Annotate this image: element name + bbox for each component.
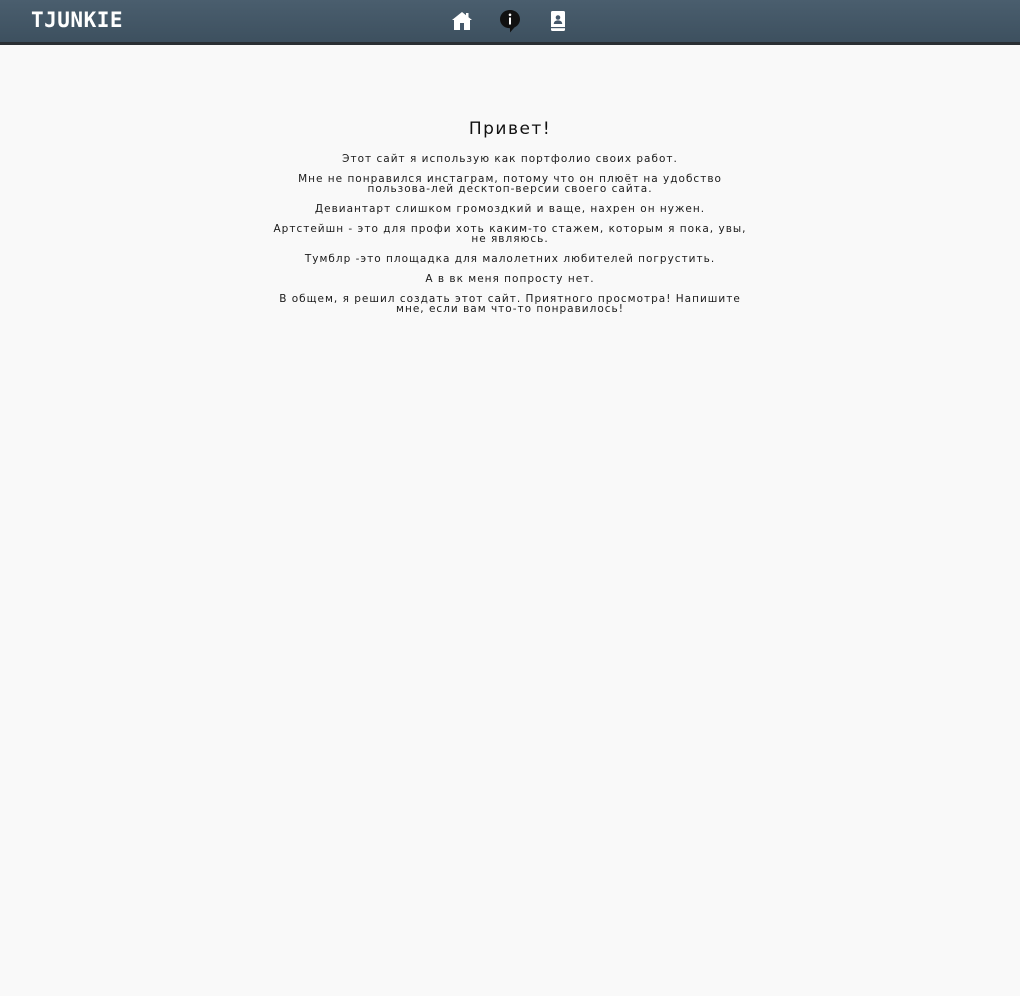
contact-book-icon (551, 11, 565, 31)
page-title: Привет! (468, 119, 552, 139)
intro-paragraph: Мне не понравился инстаграм, потому что … (298, 173, 722, 195)
intro-paragraph: А в вк меня попросту нет. (425, 273, 595, 285)
welcome-section: Привет! Этот сайт я использую как портфо… (260, 116, 760, 324)
top-navigation-bar: TJUNKIE (0, 0, 1020, 45)
intro-paragraph: Тумблр -это площадка для малолетних люби… (304, 253, 716, 265)
intro-paragraph: Артстейшн - это для профи хоть каким-то … (273, 223, 747, 245)
about-nav-button[interactable] (496, 7, 524, 35)
intro-paragraph: В общем, я решил создать этот сайт. Прия… (279, 293, 741, 315)
home-icon (452, 12, 472, 30)
home-nav-button[interactable] (448, 7, 476, 35)
main-nav (448, 0, 592, 42)
info-bubble-icon (500, 10, 520, 33)
contacts-nav-button[interactable] (544, 7, 572, 35)
site-logo[interactable]: TJUNKIE (31, 7, 123, 33)
intro-paragraph: Этот сайт я использую как портфолио свои… (342, 153, 678, 165)
intro-paragraph: Девиантарт слишком громоздкий и ваще, на… (314, 203, 706, 215)
